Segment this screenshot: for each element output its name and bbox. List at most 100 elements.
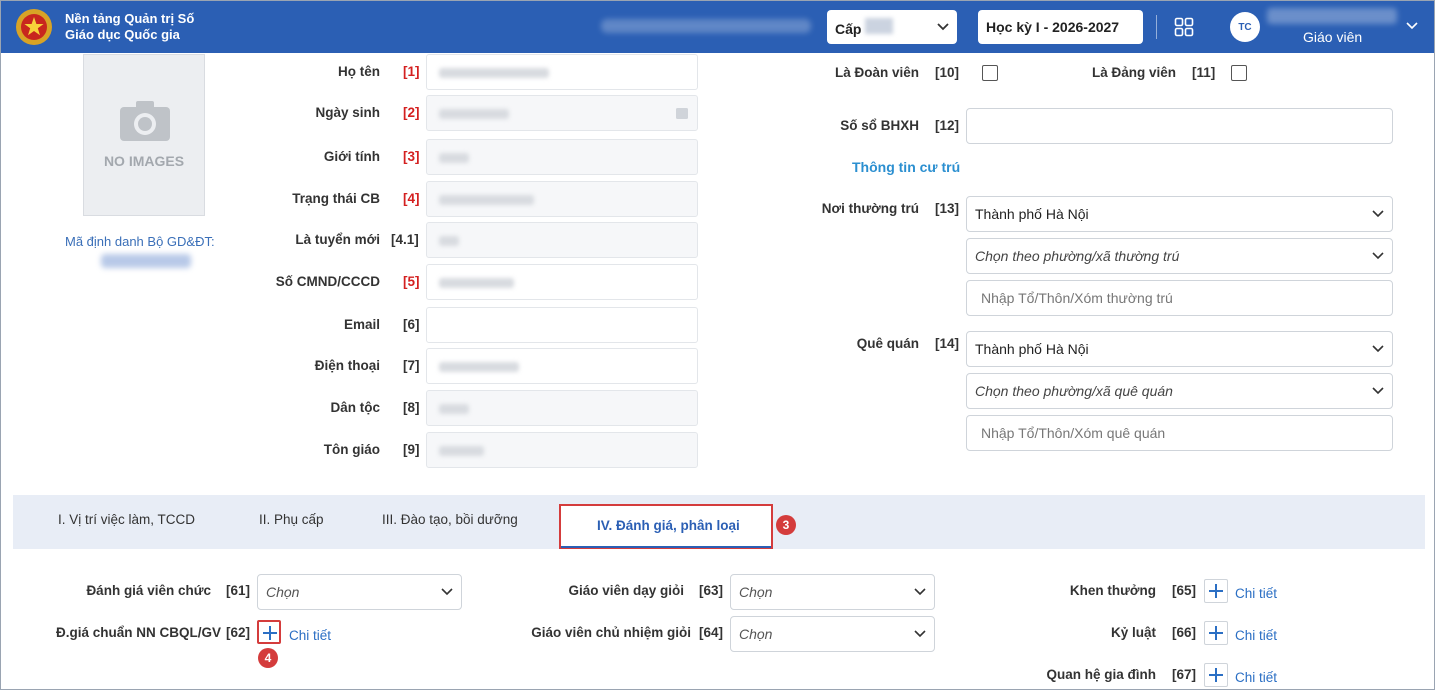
thuong-tru-detail-input[interactable]: Nhập Tổ/Thôn/Xóm thường trú (966, 280, 1393, 316)
field-num-12: [12] (935, 118, 960, 133)
plus-icon (1209, 626, 1223, 640)
eval-label-67: Quan hệ gia đình (1046, 667, 1156, 682)
field-label-email: Email (343, 317, 380, 332)
user-avatar[interactable]: TC (1230, 12, 1260, 42)
user-menu-chevron-icon[interactable] (1406, 21, 1418, 31)
chi-tiet-link-62[interactable]: Chi tiết (289, 628, 331, 643)
eval-num-63: [63] (699, 583, 724, 598)
eval-num-66: [66] (1172, 625, 1197, 640)
profile-photo-placeholder[interactable]: NO IMAGES (83, 54, 205, 216)
chi-tiet-link-67[interactable]: Chi tiết (1235, 670, 1277, 685)
chi-tiet-link-66[interactable]: Chi tiết (1235, 628, 1277, 643)
residence-section-title: Thông tin cư trú (852, 159, 961, 175)
gv-chu-nhiem-gioi-select[interactable]: Chọn (730, 616, 935, 652)
chevron-down-icon (937, 23, 949, 31)
eval-label-62: Đ.giá chuẩn NN CBQL/GV (55, 625, 221, 640)
chevron-down-icon (914, 588, 926, 596)
doan-vien-checkbox[interactable] (982, 65, 998, 81)
que-quan-detail-input[interactable]: Nhập Tổ/Thôn/Xóm quê quán (966, 415, 1393, 451)
chevron-down-icon (914, 630, 926, 638)
camera-icon (120, 101, 170, 141)
thuong-tru-city-value: Thành phố Hà Nội (975, 206, 1089, 222)
header-divider (1156, 15, 1157, 39)
plus-icon (1209, 584, 1223, 598)
field-num-3: [3] (403, 149, 420, 164)
status-select[interactable] (426, 181, 698, 217)
gender-select[interactable] (426, 139, 698, 175)
add-khen-thuong-button[interactable] (1204, 579, 1228, 603)
active-tab-underline (561, 546, 771, 548)
apps-grid-icon[interactable] (1174, 17, 1194, 37)
doan-vien-label: Là Đoàn viên (834, 65, 919, 80)
eval-label-64: Giáo viên chủ nhiệm giỏi (531, 625, 691, 640)
field-num-4-1: [4.1] (391, 232, 419, 247)
semester-select[interactable]: Học kỳ I - 2026-2027 (978, 10, 1143, 44)
step-badge-4: 4 (258, 648, 278, 668)
level-select[interactable]: Cấp (827, 10, 957, 44)
select-placeholder: Chọn (739, 584, 773, 600)
birth-date-input[interactable] (426, 95, 698, 131)
step-badge-3: 3 (776, 515, 796, 535)
thuong-tru-ward-select[interactable]: Chọn theo phường/xã thường trú (966, 238, 1393, 274)
field-label-dien-thoai: Điện thoại (314, 358, 380, 373)
que-quan-city-value: Thành phố Hà Nội (975, 341, 1089, 357)
field-label-dan-toc: Dân tộc (330, 400, 380, 415)
eval-label-65: Khen thưởng (1069, 583, 1156, 598)
eval-num-65: [65] (1172, 583, 1197, 598)
religion-select[interactable] (426, 432, 698, 468)
gv-day-gioi-select[interactable]: Chọn (730, 574, 935, 610)
add-quan-he-gia-dinh-button[interactable] (1204, 663, 1228, 687)
tab-dao-tao[interactable]: III. Đào tạo, bồi dưỡng (382, 512, 518, 527)
user-role: Giáo viên (1303, 29, 1363, 45)
add-ky-luat-button[interactable] (1204, 621, 1228, 645)
danh-gia-vien-chuc-select[interactable]: Chọn (257, 574, 462, 610)
field-num-1: [1] (403, 64, 420, 79)
eval-num-64: [64] (699, 625, 724, 640)
bhxh-label: Số sổ BHXH (840, 118, 919, 133)
plus-icon (1209, 668, 1223, 682)
que-quan-label: Quê quán (856, 336, 919, 351)
field-num-4: [4] (403, 191, 420, 206)
email-input[interactable] (426, 307, 698, 343)
bhxh-input[interactable] (966, 108, 1393, 144)
chevron-down-icon (1372, 387, 1384, 395)
field-num-5: [5] (403, 274, 420, 289)
chevron-down-icon (1372, 345, 1384, 353)
blurred-username (1267, 8, 1397, 24)
field-num-7: [7] (403, 358, 420, 373)
phone-input[interactable] (426, 348, 698, 384)
field-label-ton-giao: Tôn giáo (323, 442, 380, 457)
add-chuan-nn-button[interactable] (257, 620, 281, 644)
dang-vien-label: Là Đảng viên (1091, 65, 1176, 80)
thuong-tru-city-select[interactable]: Thành phố Hà Nội (966, 196, 1393, 232)
que-quan-ward-select[interactable]: Chọn theo phường/xã quê quán (966, 373, 1393, 409)
full-name-input[interactable] (426, 54, 698, 90)
dang-vien-checkbox[interactable] (1231, 65, 1247, 81)
que-quan-detail-placeholder: Nhập Tổ/Thôn/Xóm quê quán (981, 425, 1166, 441)
thuong-tru-label: Nơi thường trú (821, 201, 919, 216)
tab-danh-gia-phan-loai[interactable]: IV. Đánh giá, phân loại (559, 504, 773, 550)
ethnicity-select[interactable] (426, 390, 698, 426)
field-num-8: [8] (403, 400, 420, 415)
calendar-icon[interactable] (675, 106, 689, 120)
national-emblem-icon[interactable] (15, 8, 53, 46)
brand-line1: Nền tảng Quản trị Số (65, 11, 195, 26)
chevron-down-icon (441, 588, 453, 596)
tab-vi-tri-viec-lam[interactable]: I. Vị trí việc làm, TCCD (58, 512, 195, 527)
no-image-text: NO IMAGES (103, 153, 185, 169)
eval-label-66: Kỷ luật (1110, 625, 1156, 640)
tab-phu-cap[interactable]: II. Phụ cấp (259, 512, 324, 527)
field-num-2: [2] (403, 105, 420, 120)
field-label-tuyen-moi: Là tuyển mới (295, 232, 380, 247)
eval-num-67: [67] (1172, 667, 1197, 682)
blurred-id-value (101, 254, 191, 268)
que-quan-city-select[interactable]: Thành phố Hà Nội (966, 331, 1393, 367)
top-header: Nền tảng Quản trị Số Giáo dục Quốc gia C… (1, 1, 1434, 53)
tab-danh-gia-label: IV. Đánh giá, phân loại (597, 518, 740, 533)
new-hire-field[interactable] (426, 222, 698, 258)
brand-title: Nền tảng Quản trị Số Giáo dục Quốc gia (65, 11, 194, 43)
eval-label-63: Giáo viên dạy giỏi (568, 583, 684, 598)
id-card-input[interactable] (426, 264, 698, 300)
level-label: Cấp (835, 20, 862, 37)
chi-tiet-link-65[interactable]: Chi tiết (1235, 586, 1277, 601)
